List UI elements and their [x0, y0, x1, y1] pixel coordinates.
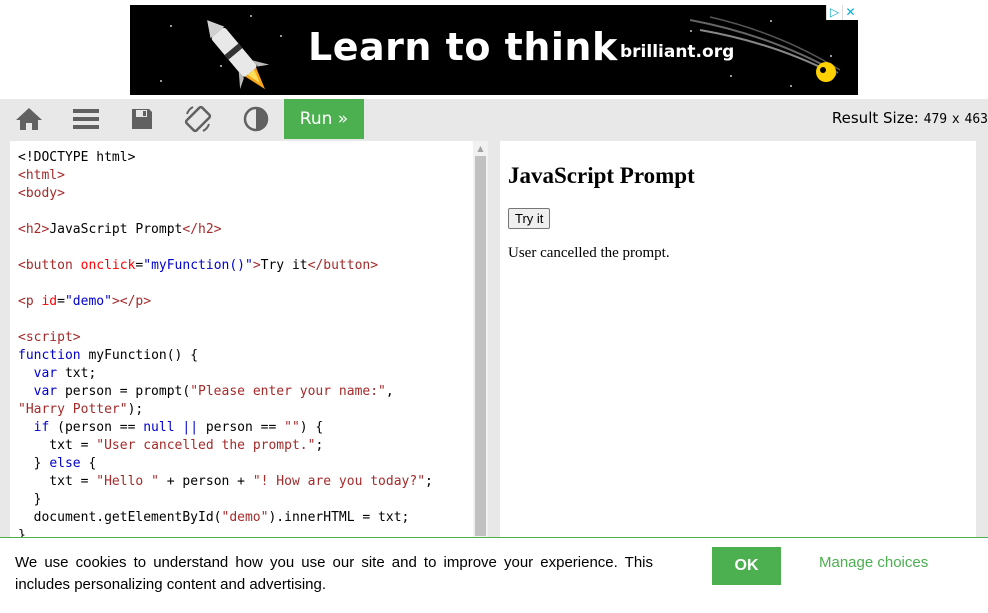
result-heading: JavaScript Prompt — [508, 163, 695, 188]
manage-choices-link[interactable]: Manage choices — [819, 554, 928, 571]
rotate-icon[interactable] — [183, 104, 213, 134]
home-icon[interactable] — [14, 104, 44, 134]
result-width: 479 — [923, 112, 948, 127]
menu-icon[interactable] — [71, 104, 101, 134]
editor-scrollbar[interactable]: ▲ — [473, 141, 488, 537]
try-it-button[interactable]: Try it — [508, 208, 551, 229]
cookie-text: We use cookies to understand how you use… — [15, 554, 653, 593]
code-editor[interactable]: <!DOCTYPE html> <html> <body> <h2>JavaSc… — [10, 141, 473, 537]
result-pane: JavaScript Prompt Try it User cancelled … — [498, 139, 988, 537]
toolbar: Run » Result Size: 479 x 463 — [0, 99, 988, 139]
cookie-ok-button[interactable]: OK — [712, 547, 781, 585]
result-frame: JavaScript Prompt Try it User cancelled … — [500, 141, 976, 537]
ad-headline[interactable]: Learn to think — [308, 25, 618, 69]
ad-badges: ▷ ✕ — [826, 5, 858, 20]
ad-banner[interactable]: Learn to think brilliant.org ▷ ✕ — [130, 5, 858, 95]
result-size: Result Size: 479 x 463 — [832, 109, 988, 127]
close-icon[interactable]: ✕ — [842, 5, 858, 20]
demo-output: User cancelled the prompt. — [508, 245, 670, 261]
ad-domain[interactable]: brilliant.org — [620, 42, 734, 62]
save-icon[interactable] — [127, 104, 157, 134]
scrollbar-thumb[interactable] — [475, 156, 486, 536]
editor-pane: <!DOCTYPE html> <html> <body> <h2>JavaSc… — [0, 139, 498, 537]
adchoices-icon[interactable]: ▷ — [826, 5, 842, 20]
cookie-banner: We use cookies to understand how you use… — [0, 537, 988, 613]
result-size-label: Result Size: — [831, 109, 919, 127]
contrast-icon[interactable] — [241, 104, 271, 134]
code-content[interactable]: <!DOCTYPE html> <html> <body> <h2>JavaSc… — [18, 149, 433, 537]
result-x: x — [951, 112, 960, 127]
rocket-icon — [207, 20, 270, 90]
scroll-up-arrow-icon[interactable]: ▲ — [473, 141, 488, 156]
run-button[interactable]: Run » — [284, 99, 364, 139]
result-height: 463 — [964, 112, 988, 127]
